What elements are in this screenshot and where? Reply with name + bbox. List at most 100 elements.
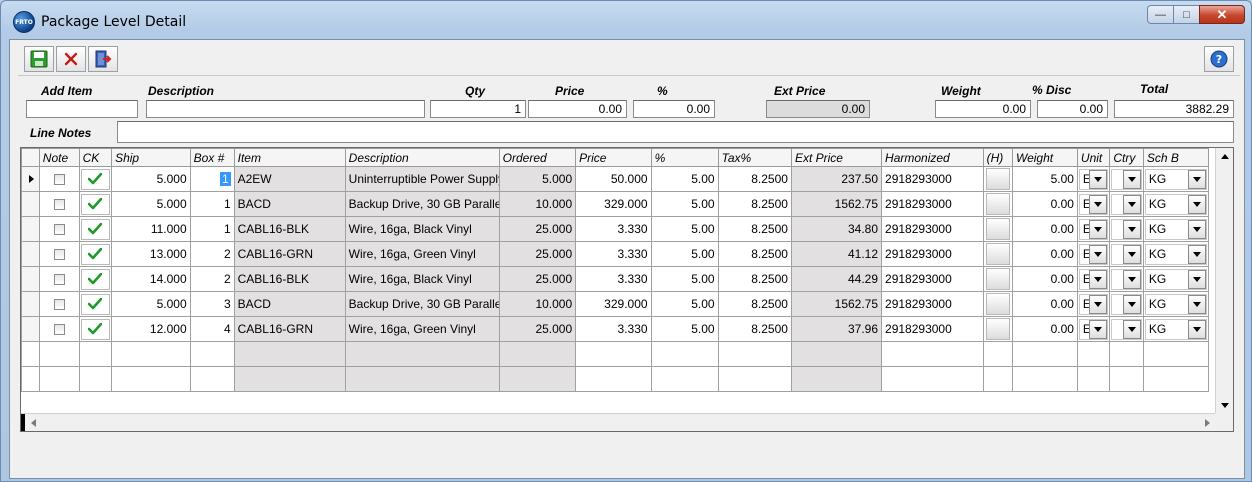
schb-dropdown-arrow[interactable]: [1188, 269, 1206, 289]
note-cell[interactable]: [38, 266, 80, 292]
ck-cell[interactable]: [78, 216, 113, 242]
note-checkbox[interactable]: [53, 224, 65, 236]
price-cell[interactable]: 3.330: [575, 216, 652, 242]
scroll-down-button[interactable]: [1216, 397, 1233, 414]
title-bar[interactable]: FRTO Package Level Detail — □ ✕: [1, 1, 1251, 39]
col-header-weight[interactable]: Weight: [1011, 148, 1078, 167]
schb-dropdown-arrow[interactable]: [1188, 169, 1206, 189]
unit-cell[interactable]: E: [1076, 241, 1111, 267]
horizontal-scrollbar[interactable]: [21, 413, 1216, 431]
unit-dropdown-arrow[interactable]: [1089, 319, 1108, 339]
ctry-dropdown-arrow[interactable]: [1122, 244, 1141, 264]
ctry-dropdown-arrow[interactable]: [1122, 294, 1141, 314]
schb-dropdown[interactable]: KG: [1144, 168, 1207, 190]
schb-dropdown-arrow[interactable]: [1188, 294, 1206, 314]
ctry-dropdown[interactable]: [1111, 268, 1142, 290]
col-header-price[interactable]: Price: [575, 148, 652, 167]
weight-cell[interactable]: 0.00: [1011, 291, 1078, 317]
note-checkbox[interactable]: [53, 249, 65, 261]
price-cell[interactable]: 3.330: [575, 266, 652, 292]
box-cell[interactable]: 2: [189, 266, 235, 292]
note-checkbox[interactable]: [53, 324, 65, 336]
h-button[interactable]: [985, 268, 1010, 290]
harmonized-cell[interactable]: 2918293000: [881, 216, 984, 242]
empty-cell[interactable]: [38, 366, 80, 392]
ck-cell[interactable]: [78, 316, 113, 342]
ctry-cell[interactable]: [1109, 291, 1144, 317]
schb-dropdown[interactable]: KG: [1144, 218, 1207, 240]
row-indicator[interactable]: [21, 166, 40, 192]
ck-button[interactable]: [80, 268, 110, 290]
col-header-harmonized[interactable]: Harmonized: [881, 148, 984, 167]
col-header-ck[interactable]: CK: [78, 148, 113, 167]
exit-button[interactable]: [88, 46, 118, 72]
scroll-right-button[interactable]: [1199, 414, 1216, 431]
empty-cell[interactable]: [1076, 366, 1111, 392]
weight-cell[interactable]: 0.00: [1011, 266, 1078, 292]
empty-cell[interactable]: [881, 341, 984, 367]
ship-cell[interactable]: 12.000: [111, 316, 191, 342]
unit-dropdown[interactable]: E: [1078, 218, 1109, 240]
empty-cell[interactable]: [1076, 341, 1111, 367]
col-header-ship[interactable]: Ship: [111, 148, 191, 167]
empty-cell[interactable]: [1011, 341, 1078, 367]
tax-cell[interactable]: 8.2500: [717, 191, 792, 217]
note-checkbox[interactable]: [53, 274, 65, 286]
weight-cell[interactable]: 0.00: [1011, 241, 1078, 267]
table-row[interactable]: 5.000 3 BACD Backup Drive, 30 GB Parallel 10…: [21, 291, 1210, 317]
ctry-dropdown-arrow[interactable]: [1122, 219, 1141, 239]
box-cell[interactable]: 4: [189, 316, 235, 342]
note-cell[interactable]: [38, 316, 80, 342]
col-header-unit[interactable]: Unit: [1076, 148, 1111, 167]
schb-dropdown-arrow[interactable]: [1188, 219, 1206, 239]
schb-cell[interactable]: KG: [1142, 191, 1210, 217]
unit-dropdown[interactable]: E: [1078, 193, 1109, 215]
empty-cell[interactable]: [344, 366, 500, 392]
empty-cell[interactable]: [790, 366, 883, 392]
empty-cell[interactable]: [1142, 366, 1210, 392]
col-header-box[interactable]: Box #: [189, 148, 235, 167]
schb-dropdown[interactable]: KG: [1144, 318, 1207, 340]
empty-cell[interactable]: [650, 341, 719, 367]
unit-dropdown[interactable]: E: [1078, 268, 1109, 290]
box-cell[interactable]: 1: [189, 216, 235, 242]
row-indicator[interactable]: [21, 266, 40, 292]
empty-cell[interactable]: [982, 341, 1013, 367]
empty-cell[interactable]: [575, 366, 652, 392]
schb-dropdown[interactable]: KG: [1144, 243, 1207, 265]
unit-dropdown-arrow[interactable]: [1089, 244, 1108, 264]
line-notes-input[interactable]: [117, 121, 1234, 143]
pct-cell[interactable]: 5.00: [650, 316, 719, 342]
pct-cell[interactable]: 5.00: [650, 191, 719, 217]
weight-cell[interactable]: 0.00: [1011, 216, 1078, 242]
pct-cell[interactable]: 5.00: [650, 166, 719, 192]
ck-button[interactable]: [80, 293, 110, 315]
price-cell[interactable]: 3.330: [575, 316, 652, 342]
maximize-button[interactable]: □: [1173, 5, 1199, 24]
empty-cell[interactable]: [233, 341, 346, 367]
ctry-cell[interactable]: [1109, 241, 1144, 267]
row-indicator[interactable]: [21, 291, 40, 317]
h-button[interactable]: [985, 293, 1010, 315]
empty-cell[interactable]: [498, 366, 577, 392]
table-row[interactable]: 13.000 2 CABL16-GRN Wire, 16ga, Green Vinyl…: [21, 241, 1210, 267]
ctry-dropdown-arrow[interactable]: [1122, 269, 1141, 289]
col-header-item[interactable]: Item: [233, 148, 346, 167]
tax-cell[interactable]: 8.2500: [717, 316, 792, 342]
schb-dropdown-arrow[interactable]: [1188, 244, 1206, 264]
unit-cell[interactable]: E: [1076, 191, 1111, 217]
save-button[interactable]: [24, 46, 54, 72]
add-item-input[interactable]: [26, 100, 138, 118]
tax-cell[interactable]: 8.2500: [717, 241, 792, 267]
weight-input[interactable]: 0.00: [935, 100, 1031, 118]
harmonized-cell[interactable]: 2918293000: [881, 191, 984, 217]
schb-cell[interactable]: KG: [1142, 166, 1210, 192]
empty-cell[interactable]: [111, 366, 191, 392]
empty-cell[interactable]: [575, 341, 652, 367]
ctry-cell[interactable]: [1109, 316, 1144, 342]
ship-cell[interactable]: 13.000: [111, 241, 191, 267]
ctry-dropdown-arrow[interactable]: [1122, 194, 1141, 214]
pct-input[interactable]: 0.00: [633, 100, 715, 118]
unit-dropdown[interactable]: E: [1078, 168, 1109, 190]
unit-dropdown[interactable]: E: [1078, 318, 1109, 340]
